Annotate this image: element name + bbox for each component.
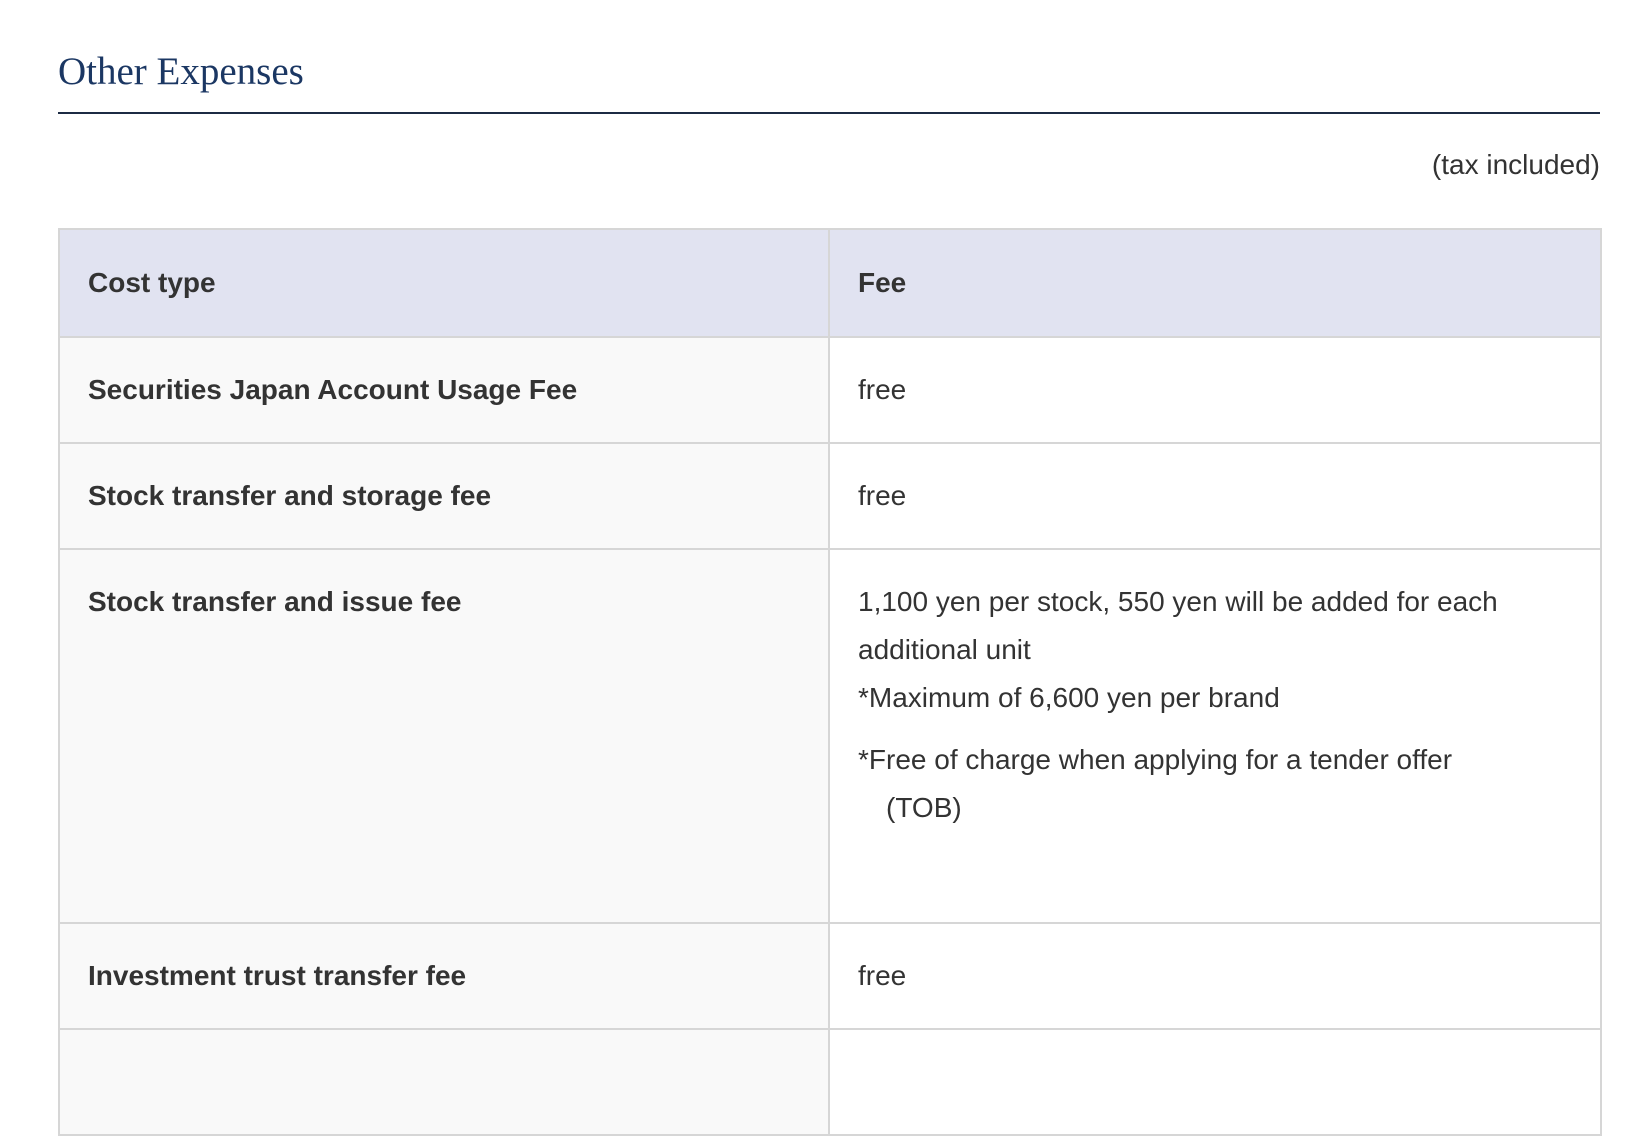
fee-main-text: 1,100 yen per stock, 550 yen will be add… xyxy=(858,586,1498,665)
cost-type-cell: Investment trust transfer fee xyxy=(58,922,830,1030)
table-row: Stock transfer and issue fee 1,100 yen p… xyxy=(58,548,1602,924)
cost-type-cell: Stock transfer and issue fee xyxy=(58,548,830,924)
table-row: Investment trust transfer fee free xyxy=(58,922,1602,1030)
cost-type-cell: Stock transfer and storage fee xyxy=(58,442,830,550)
table-row: Securities Japan Account Usage Fee free xyxy=(58,336,1602,444)
fee-cell: free xyxy=(828,922,1602,1030)
other-expenses-section: Other Expenses (tax included) Cost type … xyxy=(58,0,1602,1136)
fee-table: Cost type Fee Securities Japan Account U… xyxy=(58,228,1602,1136)
table-row: Stock transfer and storage fee free xyxy=(58,442,1602,550)
section-title: Other Expenses xyxy=(58,50,304,93)
fee-cell: 1,100 yen per stock, 550 yen will be add… xyxy=(828,548,1602,924)
header-cost-type: Cost type xyxy=(58,228,830,338)
fee-notes: *Maximum of 6,600 yen per brand *Free of… xyxy=(858,674,1572,832)
table-row xyxy=(58,1028,1602,1136)
tax-note: (tax included) xyxy=(1431,149,1600,180)
fee-cell: free xyxy=(828,442,1602,550)
cost-type-cell xyxy=(58,1028,830,1136)
fee-cell: free xyxy=(828,336,1602,444)
header-fee: Fee xyxy=(828,228,1602,338)
table-header-row: Cost type Fee xyxy=(58,228,1602,338)
fee-note-tob-text: *Free of charge when applying for a tend… xyxy=(858,744,1453,775)
fee-note-tob: *Free of charge when applying for a tend… xyxy=(858,736,1572,832)
cost-type-cell: Securities Japan Account Usage Fee xyxy=(58,336,830,444)
fee-cell xyxy=(828,1028,1602,1136)
fee-note-maximum: *Maximum of 6,600 yen per brand xyxy=(858,682,1280,713)
fee-note-tob-abbrev: (TOB) xyxy=(886,792,962,823)
title-divider xyxy=(58,112,1600,114)
